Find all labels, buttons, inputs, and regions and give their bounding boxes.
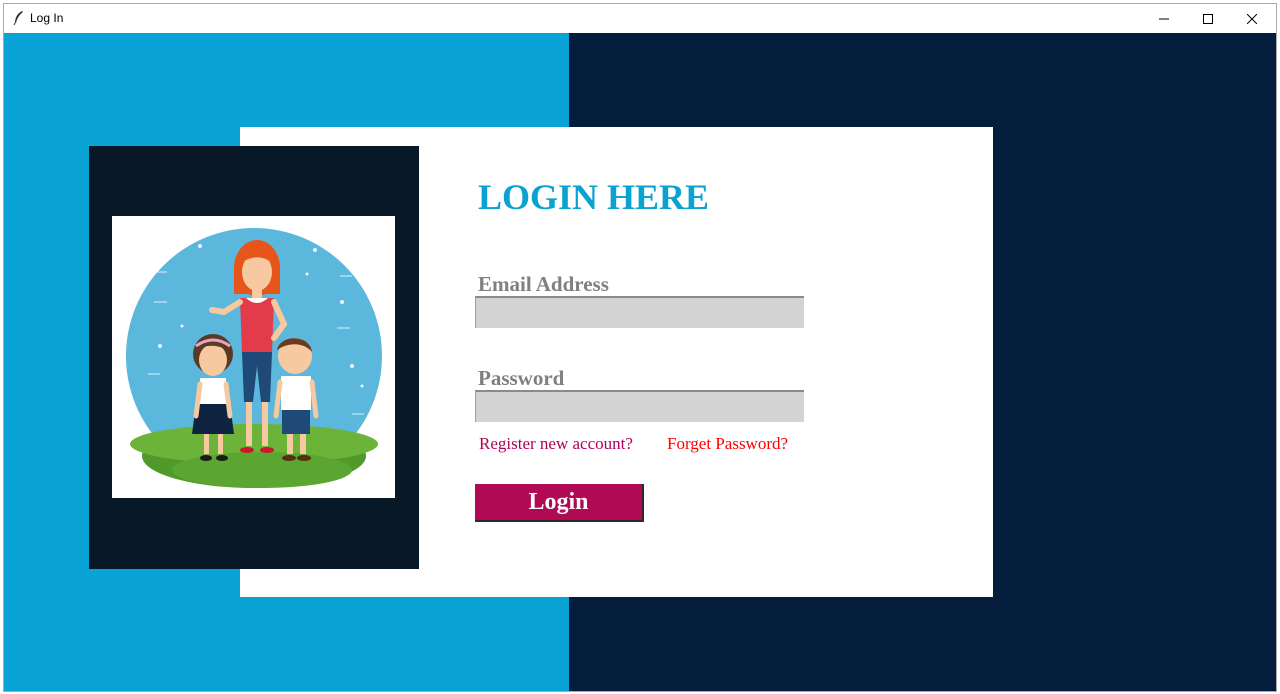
password-label: Password [478,366,565,390]
maximize-icon [1203,13,1213,24]
window-title: Log In [30,11,64,25]
client-area: LOGIN HERE Email Address Password Regist… [4,33,1276,691]
family-illustration [112,216,395,498]
close-icon [1247,13,1257,24]
login-heading: LOGIN HERE [478,177,710,217]
image-panel [89,146,419,569]
title-bar[interactable]: Log In [4,4,1276,33]
email-label: Email Address [478,272,609,296]
register-link[interactable]: Register new account? [479,434,633,454]
feather-icon [12,10,26,26]
minimize-icon [1159,18,1169,19]
login-button[interactable]: Login [475,484,644,522]
forgot-password-link[interactable]: Forget Password? [667,434,788,454]
app-window: Log In LOGIN HERE Email Address Password… [3,3,1277,692]
close-button[interactable] [1230,4,1274,33]
minimize-button[interactable] [1142,4,1186,33]
maximize-button[interactable] [1186,4,1230,33]
password-field[interactable] [475,390,804,422]
email-field[interactable] [475,296,804,328]
